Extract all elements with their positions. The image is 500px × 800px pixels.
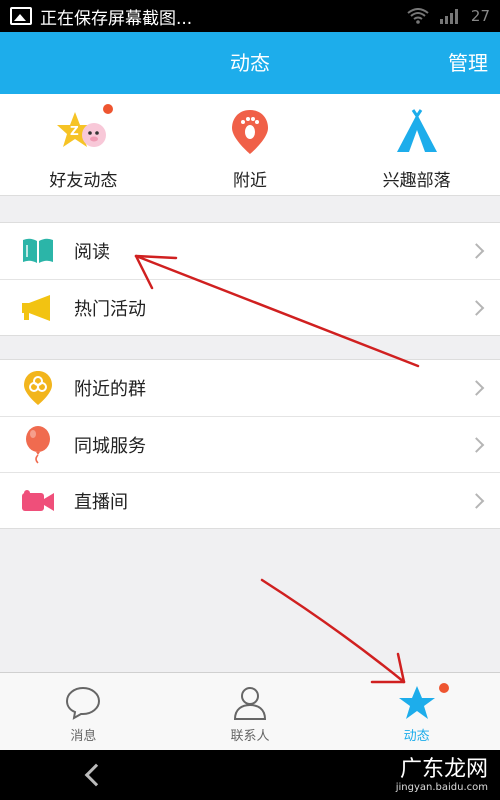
manage-button[interactable]: 管理 bbox=[448, 32, 488, 94]
status-bar: 正在保存屏幕截图... 27 bbox=[0, 0, 500, 32]
nearby-footprint-icon bbox=[232, 110, 268, 154]
watermark-sub: jingyan.baidu.com bbox=[395, 782, 488, 793]
signal-icon bbox=[439, 9, 458, 24]
balloon-icon bbox=[26, 425, 50, 464]
list-item-city-services[interactable]: 同城服务 bbox=[0, 416, 500, 472]
chevron-right-icon bbox=[468, 299, 485, 316]
watermark-main: 广东龙网 bbox=[399, 757, 488, 782]
wifi-icon bbox=[407, 8, 429, 24]
list-item-label: 附近的群 bbox=[74, 379, 146, 400]
video-camera-icon bbox=[22, 489, 54, 511]
friend-star-icon: Z bbox=[57, 112, 107, 147]
entry-friend-feed[interactable]: Z 好友动态 bbox=[0, 94, 167, 195]
entry-nearby[interactable]: 附近 bbox=[167, 94, 334, 195]
chevron-right-icon bbox=[468, 380, 485, 396]
annotation-arrow-feeds bbox=[260, 578, 406, 684]
entry-label: 好友动态 bbox=[49, 171, 118, 191]
status-notification-text: 正在保存屏幕截图... bbox=[40, 8, 193, 29]
list-item-reading[interactable]: 阅读 bbox=[0, 223, 500, 279]
list-item-label: 热门活动 bbox=[74, 298, 146, 320]
entry-label: 兴趣部落 bbox=[382, 171, 451, 191]
tab-contacts[interactable]: 联系人 bbox=[167, 673, 334, 750]
megaphone-icon bbox=[22, 294, 50, 321]
list-item-label: 直播间 bbox=[74, 491, 128, 513]
status-time: 27 bbox=[470, 7, 490, 25]
feeds-badge bbox=[439, 683, 450, 693]
title-bar: 动态 管理 bbox=[0, 32, 500, 94]
friend-feed-badge bbox=[103, 104, 114, 114]
top-entries: Z 好友动态 附近 兴趣部落 bbox=[0, 94, 500, 196]
bottom-tab-bar: 消息 联系人 动态 bbox=[0, 672, 500, 750]
tab-label: 联系人 bbox=[230, 729, 270, 744]
list-group-services: 附近的群 同城服务 直播间 bbox=[0, 359, 500, 529]
star-icon bbox=[398, 686, 435, 719]
tribe-tent-icon bbox=[396, 109, 437, 152]
watermark: 广东龙网 jingyan.baidu.com bbox=[396, 758, 488, 794]
list-group-reading: 阅读 热门活动 bbox=[0, 222, 500, 336]
chevron-right-icon bbox=[468, 243, 485, 259]
system-nav-bar: 广东龙网 jingyan.baidu.com bbox=[0, 750, 500, 800]
nearby-group-icon bbox=[24, 371, 52, 405]
list-item-label: 同城服务 bbox=[74, 435, 146, 457]
contact-person-icon bbox=[233, 687, 267, 720]
list-item-hot-activities[interactable]: 热门活动 bbox=[0, 279, 500, 335]
tab-feeds[interactable]: 动态 bbox=[333, 673, 500, 750]
tab-label: 动态 bbox=[403, 729, 430, 744]
chat-bubble-icon bbox=[66, 686, 101, 720]
screenshot-notification-icon bbox=[10, 7, 32, 25]
list-item-label: 阅读 bbox=[74, 242, 110, 263]
book-icon bbox=[23, 238, 53, 263]
tab-messages[interactable]: 消息 bbox=[0, 673, 167, 750]
entry-label: 附近 bbox=[233, 171, 267, 191]
tab-label: 消息 bbox=[70, 729, 97, 744]
list-item-nearby-groups[interactable]: 附近的群 bbox=[0, 360, 500, 416]
page-title: 动态 bbox=[230, 51, 270, 75]
chevron-right-icon bbox=[468, 492, 485, 509]
list-item-live-room[interactable]: 直播间 bbox=[0, 472, 500, 528]
svg-text:Z: Z bbox=[70, 124, 79, 138]
chevron-right-icon bbox=[468, 436, 485, 453]
back-arrow-icon[interactable] bbox=[84, 763, 108, 787]
entry-interest-tribe[interactable]: 兴趣部落 bbox=[333, 94, 500, 195]
